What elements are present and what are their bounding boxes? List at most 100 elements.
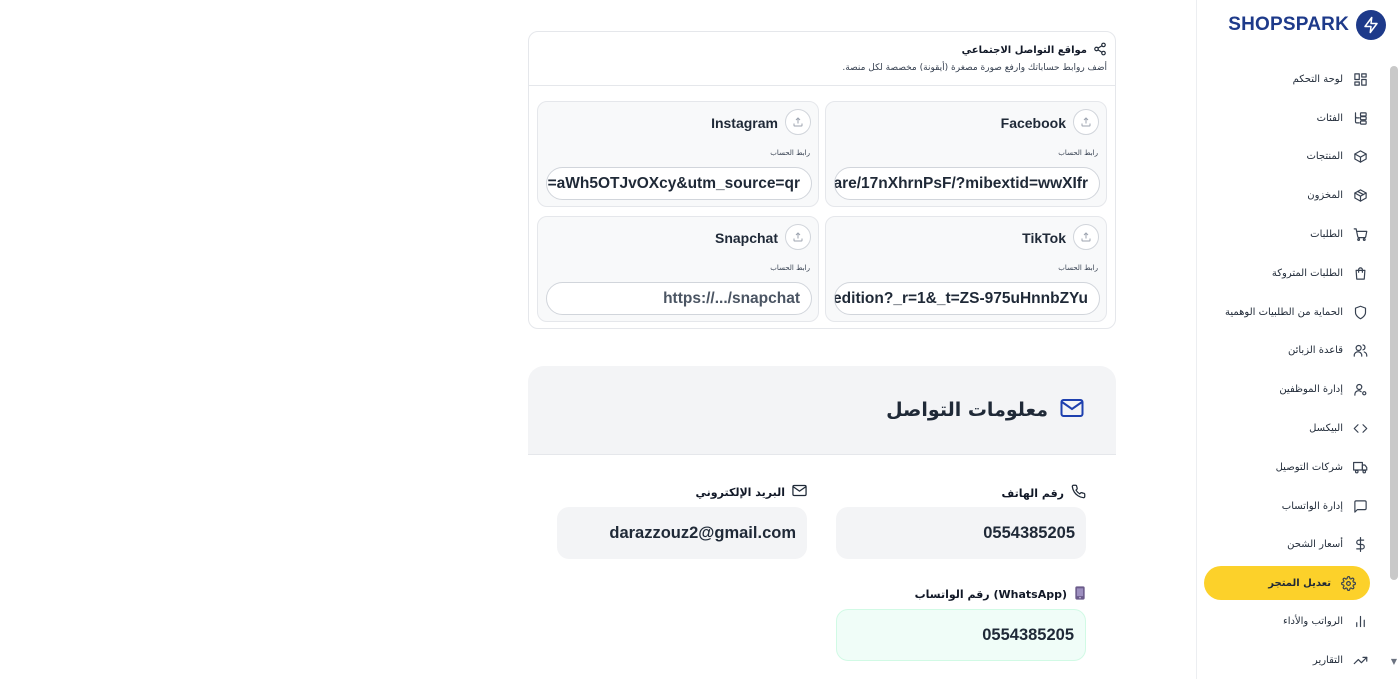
sidebar-item-cart[interactable]: الطلبات (1204, 215, 1382, 254)
sidebar-item-users[interactable]: قاعدة الزبائن (1204, 332, 1382, 371)
platform-snapchat: Snapchat رابط الحساب https://.../snapcha… (537, 216, 819, 322)
sidebar-item-shield[interactable]: الحماية من الطلبيات الوهمية (1204, 293, 1382, 332)
contact-card-title: معلومات التواصل (886, 399, 1048, 421)
sidebar-item-label: الرواتب والأداء (1283, 616, 1343, 628)
user-gear-icon (1352, 382, 1368, 398)
truck-icon (1352, 459, 1368, 475)
tiktok-link-value: https://www.tiktok.com/@store?_t=ZS-975u… (834, 289, 1088, 307)
social-card-title: مواقع التواصل الاجتماعي (961, 45, 1087, 56)
upload-icon-button[interactable] (785, 109, 811, 135)
mail-icon (1060, 398, 1084, 422)
mail-icon (792, 484, 807, 500)
share-icon (1093, 41, 1107, 60)
code-icon (1352, 421, 1368, 437)
facebook-link-value: https://www.facebook.com/share/17nXhrnPs… (834, 174, 1088, 192)
platform-name: Facebook (1000, 115, 1066, 131)
social-card-header: مواقع التواصل الاجتماعي أضف روابط حسابات… (529, 32, 1115, 86)
dollar-icon (1352, 537, 1368, 553)
shopping-bag-icon (1352, 265, 1368, 281)
sidebar-item-chat[interactable]: إدارة الواتساب (1204, 487, 1382, 526)
sidebar-item-label: الطلبات المتروكة (1271, 267, 1343, 279)
account-link-label: رابط الحساب (1058, 149, 1098, 157)
phone-label: رقم الهاتف (1001, 486, 1064, 500)
phone-input[interactable]: 0554385205 (836, 507, 1086, 559)
sidebar-item-inventory-box[interactable]: المخزون (1204, 176, 1382, 215)
category-tree-icon (1352, 110, 1368, 126)
upload-icon-button[interactable] (1073, 109, 1099, 135)
platform-name: Instagram (711, 115, 778, 131)
social-media-card: مواقع التواصل الاجتماعي أضف روابط حسابات… (528, 31, 1116, 329)
sidebar: SHOPSPARK لوحة التحكم الفئات المنتجات المخز… (1196, 0, 1400, 679)
instagram-link-input[interactable]: https://www.instagram.com/?igsh=aWh5OTJv… (546, 167, 812, 200)
platform-instagram: Instagram رابط الحساب https://www.instag… (537, 101, 819, 207)
instagram-link-value: https://www.instagram.com/?igsh=aWh5OTJv… (546, 174, 800, 192)
lightning-icon (1356, 10, 1386, 40)
sidebar-item-gear[interactable]: تعديل المتجر (1204, 566, 1370, 601)
sidebar-item-user-gear[interactable]: إدارة الموظفين (1204, 370, 1382, 409)
email-label-row: البريد الإلكتروني (696, 484, 807, 500)
facebook-link-input[interactable]: https://www.facebook.com/share/17nXhrnPs… (834, 167, 1100, 200)
trend-icon (1352, 653, 1368, 669)
sidebar-item-label: تعديل المتجر (1268, 577, 1331, 589)
whatsapp-label: رقم الواتساب (WhatsApp) (914, 588, 1067, 601)
sidebar-item-label: إدارة الواتساب (1281, 500, 1343, 512)
sidebar-item-label: المخزون (1307, 190, 1343, 202)
upload-icon-button[interactable] (785, 224, 811, 250)
platform-tiktok: TikTok رابط الحساب https://www.tiktok.co… (825, 216, 1107, 322)
sidebar-scrollbar[interactable] (1390, 66, 1398, 580)
gear-icon (1340, 575, 1356, 591)
sidebar-item-category-tree[interactable]: الفئات (1204, 99, 1382, 138)
sidebar-item-bar-chart[interactable]: الرواتب والأداء (1204, 602, 1382, 641)
sidebar-item-box[interactable]: المنتجات (1204, 138, 1382, 177)
mobile-phone-icon (1074, 586, 1086, 603)
logo[interactable]: SHOPSPARK (1228, 10, 1386, 40)
email-label: البريد الإلكتروني (695, 485, 785, 499)
dashboard-icon (1352, 71, 1368, 87)
account-link-label: رابط الحساب (1058, 264, 1098, 272)
users-icon (1352, 343, 1368, 359)
sidebar-item-dashboard[interactable]: لوحة التحكم (1204, 60, 1382, 99)
sidebar-item-label: الفئات (1316, 112, 1343, 124)
sidebar-item-code[interactable]: البيكسل (1204, 409, 1382, 448)
platform-name: TikTok (1022, 230, 1066, 246)
chat-icon (1352, 498, 1368, 514)
phone-label-row: رقم الهاتف (1001, 484, 1086, 502)
inventory-box-icon (1352, 188, 1368, 204)
platform-name: Snapchat (714, 230, 778, 246)
email-input[interactable]: darazzouz2@gmail.com (557, 507, 807, 559)
sidebar-item-label: أسعار الشحن (1287, 539, 1343, 551)
account-link-label: رابط الحساب (770, 149, 810, 157)
phone-icon (1071, 484, 1086, 502)
scroll-down-arrow[interactable]: ▼ (1388, 657, 1400, 667)
sidebar-item-label: المنتجات (1306, 151, 1343, 163)
platform-facebook: Facebook رابط الحساب https://www.faceboo… (825, 101, 1107, 207)
sidebar-item-label: التقارير (1312, 655, 1343, 667)
snapchat-link-placeholder: https://.../snapchat (663, 289, 800, 307)
contact-info-card: معلومات التواصل رقم الهاتف 0554385205 ال… (528, 366, 1116, 679)
social-card-description: أضف روابط حساباتك وارفع صورة مصغرة (أيقو… (842, 63, 1107, 73)
brand-name: SHOPSPARK (1228, 14, 1349, 35)
sidebar-item-label: شركات التوصيل (1275, 461, 1343, 473)
contact-card-header: معلومات التواصل (528, 366, 1116, 455)
box-icon (1352, 149, 1368, 165)
sidebar-item-label: لوحة التحكم (1292, 73, 1343, 85)
sidebar-item-shopping-bag[interactable]: الطلبات المتروكة (1204, 254, 1382, 293)
sidebar-item-label: إدارة الموظفين (1279, 384, 1343, 396)
sidebar-item-label: البيكسل (1309, 423, 1343, 435)
sidebar-item-label: قاعدة الزبائن (1287, 345, 1343, 357)
sidebar-item-trend[interactable]: التقارير (1204, 641, 1382, 679)
upload-icon-button[interactable] (1073, 224, 1099, 250)
bar-chart-icon (1352, 614, 1368, 630)
account-link-label: رابط الحساب (770, 264, 810, 272)
sidebar-nav: لوحة التحكم الفئات المنتجات المخزون الطلبات ا… (1204, 60, 1382, 679)
sidebar-item-truck[interactable]: شركات التوصيل (1204, 448, 1382, 487)
snapchat-link-input[interactable]: https://.../snapchat (546, 282, 812, 315)
sidebar-item-label: الطلبات (1310, 229, 1343, 241)
whatsapp-label-row: رقم الواتساب (WhatsApp) (915, 586, 1086, 603)
cart-icon (1352, 227, 1368, 243)
shield-icon (1352, 304, 1368, 320)
sidebar-item-label: الحماية من الطلبيات الوهمية (1224, 306, 1343, 318)
whatsapp-input[interactable]: 0554385205 (836, 609, 1086, 661)
tiktok-link-input[interactable]: https://www.tiktok.com/@store?_t=ZS-975u… (834, 282, 1100, 315)
sidebar-item-dollar[interactable]: أسعار الشحن (1204, 526, 1382, 565)
